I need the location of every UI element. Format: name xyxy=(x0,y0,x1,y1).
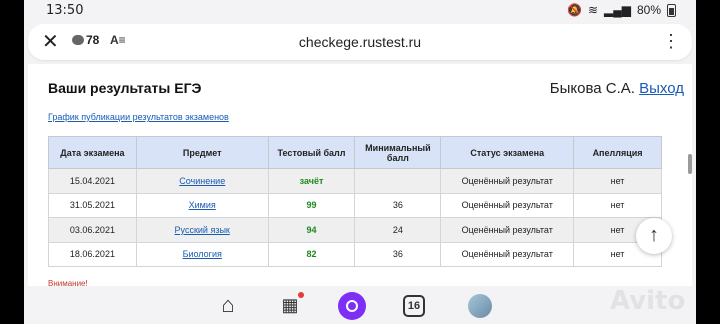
table-row: 31.05.2021 Химия 99 36 Оценённый результ… xyxy=(48,192,662,218)
battery-icon xyxy=(667,3,676,17)
cell-subject: Химия xyxy=(135,192,269,218)
user-name: Быкова С.А. xyxy=(549,80,635,97)
cell-date: 31.05.2021 xyxy=(48,192,137,218)
cell-date: 18.06.2021 xyxy=(48,241,137,267)
status-bar: 13:50 🔕 ≋ ▂▄▆ 80% xyxy=(24,0,696,20)
table-header-row: Дата экзамена Предмет Тестовый балл Мини… xyxy=(48,136,662,169)
cell-status: Оценённый результат xyxy=(440,192,575,218)
home-icon[interactable]: ⌂ xyxy=(216,294,240,318)
cell-status: Оценённый результат xyxy=(440,241,575,267)
cell-min-score xyxy=(354,168,442,194)
cell-score: зачёт xyxy=(267,168,356,194)
header-date: Дата экзамена xyxy=(48,136,137,169)
side-panel-handle[interactable] xyxy=(688,154,692,174)
header-status: Статус экзамена xyxy=(440,136,575,169)
status-icons: 🔕 ≋ ▂▄▆ 80% xyxy=(567,3,676,17)
cell-score: 82 xyxy=(267,241,356,267)
browser-address-bar: ✕ 78 A≡ checkege.rustest.ru ⋮ xyxy=(28,24,692,60)
profile-icon[interactable] xyxy=(468,294,492,318)
logout-link[interactable]: Выход xyxy=(639,80,684,97)
cell-score: 99 xyxy=(267,192,356,218)
alice-icon[interactable] xyxy=(338,292,366,320)
menu-icon[interactable]: ⋮ xyxy=(662,30,680,52)
subject-link[interactable]: Биология xyxy=(183,249,222,259)
header-appeal: Апелляция xyxy=(573,136,662,169)
header-score: Тестовый балл xyxy=(267,136,356,169)
cell-subject: Русский язык xyxy=(135,217,269,243)
cell-min-score: 24 xyxy=(354,217,442,243)
battery-percent: 80% xyxy=(636,3,661,17)
cell-appeal: нет xyxy=(573,168,662,194)
phone-screen: 13:50 🔕 ≋ ▂▄▆ 80% ✕ 78 A≡ checkege.ruste… xyxy=(24,0,696,324)
signal-icon: ▂▄▆ xyxy=(604,3,631,17)
cell-min-score: 36 xyxy=(354,241,442,267)
page-title: Ваши результаты ЕГЭ xyxy=(48,80,202,96)
subject-link[interactable]: Химия xyxy=(189,200,216,210)
tabs-icon[interactable]: 16 xyxy=(403,295,425,317)
cell-date: 15.04.2021 xyxy=(48,168,137,194)
subject-link[interactable]: Русский язык xyxy=(175,225,230,235)
header-subject: Предмет xyxy=(135,136,269,169)
wifi-icon: ≋ xyxy=(587,3,598,17)
table-row: 15.04.2021 Сочинение зачёт Оценённый рез… xyxy=(48,168,662,194)
cell-status: Оценённый результат xyxy=(440,217,575,243)
table-row: 18.06.2021 Биология 82 36 Оценённый резу… xyxy=(48,241,662,267)
services-icon[interactable]: ▦ xyxy=(278,292,304,318)
table-row: 03.06.2021 Русский язык 94 24 Оценённый … xyxy=(48,217,662,243)
results-table: Дата экзамена Предмет Тестовый балл Мини… xyxy=(48,136,662,267)
schedule-link[interactable]: График публикации результатов экзаменов xyxy=(48,112,229,122)
header-min-score: Минимальный балл xyxy=(354,136,442,169)
watermark-logo: Avito xyxy=(610,286,686,316)
cell-subject: Биология xyxy=(135,241,269,267)
status-time: 13:50 xyxy=(46,3,84,18)
user-block: Быкова С.А. Выход xyxy=(550,80,684,97)
mute-icon: 🔕 xyxy=(566,3,582,17)
bottom-navigation: ⌂ ▦ 16 xyxy=(24,286,696,324)
cell-appeal: нет xyxy=(573,192,662,218)
scroll-top-icon[interactable]: ↑ xyxy=(636,218,672,254)
cell-score: 94 xyxy=(267,217,356,243)
page-content: Ваши результаты ЕГЭ Быкова С.А. Выход Гр… xyxy=(28,64,692,324)
notification-dot xyxy=(298,292,304,298)
cell-status: Оценённый результат xyxy=(440,168,575,194)
cell-min-score: 36 xyxy=(354,192,442,218)
url-field[interactable]: checkege.rustest.ru xyxy=(28,34,692,50)
cell-date: 03.06.2021 xyxy=(48,217,137,243)
cell-subject: Сочинение xyxy=(135,168,269,194)
subject-link[interactable]: Сочинение xyxy=(179,176,225,186)
